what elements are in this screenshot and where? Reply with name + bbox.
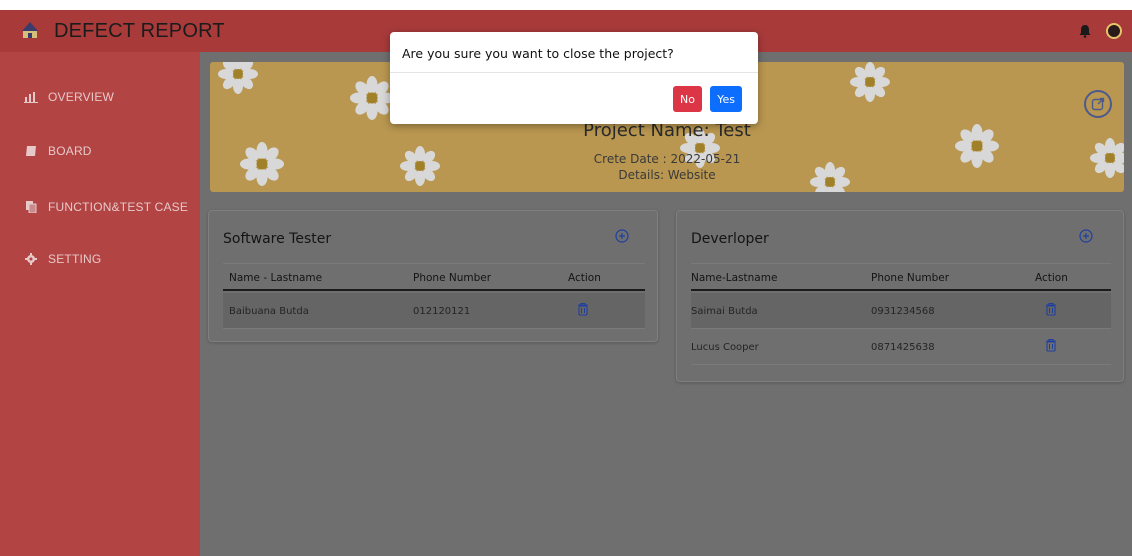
confirm-dialog: Are you sure you want to close the proje… [390, 32, 758, 124]
modal-overlay[interactable]: Are you sure you want to close the proje… [0, 0, 1132, 556]
yes-button[interactable]: Yes [710, 86, 742, 112]
no-button[interactable]: No [673, 86, 702, 112]
dialog-divider [390, 72, 758, 73]
dialog-message: Are you sure you want to close the proje… [402, 46, 674, 61]
